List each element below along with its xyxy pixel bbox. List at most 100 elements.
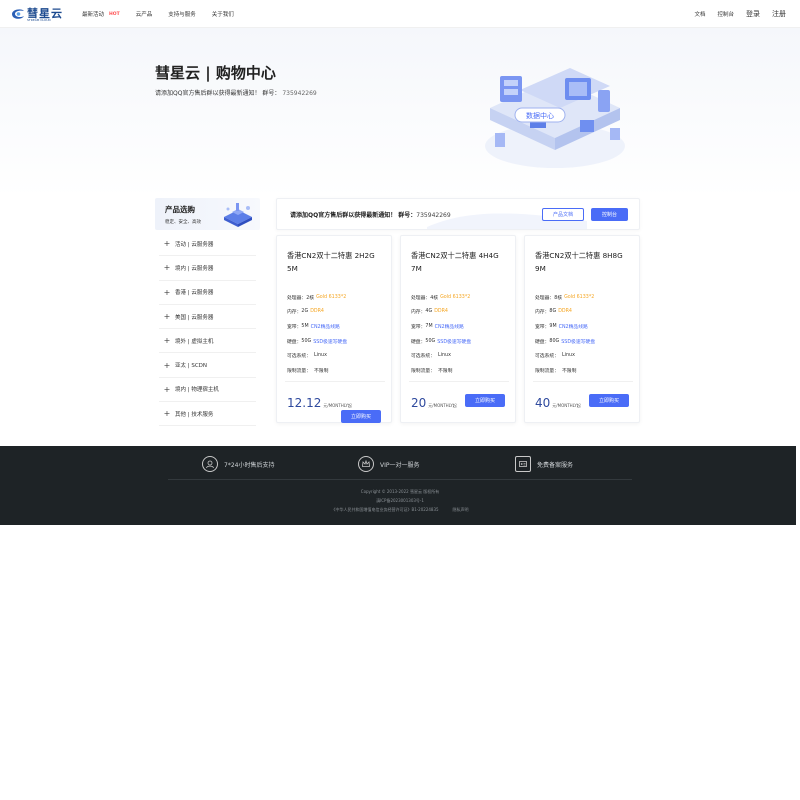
legal-notice-link[interactable]: 隐私声明 [453,507,469,512]
buy-now-button[interactable]: 立即购买 [465,394,505,407]
feature-label: 7*24小时售后支持 [224,461,275,469]
nav-item-about[interactable]: 关于我们 [212,10,234,18]
spec-traffic: 限制流量： 不限制 [411,368,453,374]
product-title: 香港CN2双十二特惠 4H4G 7M [411,251,499,273]
icp-number[interactable]: 滇ICP备2023001303号-1 [0,498,800,504]
banner-subtitle-text: 请添加QQ官方售后群以获得最新通知！ 群号： [155,90,281,97]
banner-subtitle: 请添加QQ官方售后群以获得最新通知！ 群号： 735942269 [155,88,317,97]
telecom-license[interactable]: 《中华人民共和国增值电信业务经营许可证》B1-20224835 [331,507,438,512]
register-link[interactable]: 注册 [772,9,786,19]
sidebar-item-label: 境内 | 物理宿主机 [175,387,219,394]
sidebar-subtitle: 稳定、安全、高效 [165,220,201,225]
feature-label: 免费备案服务 [537,461,574,469]
sidebar-item-activity-cloud[interactable]: + 活动 | 云服务器 [159,232,256,257]
plus-icon: + [163,409,171,419]
spec-cpu: 处理器： 8核 Gold 6133*2 [535,294,595,301]
main-nav: 最新活动 HOT 云产品 支持与服务 关于我们 [82,0,250,28]
copyright-text: Copyright © 2013-2022 彗星云 版权所有 [360,489,440,494]
console-link[interactable]: 控制台 [717,10,734,18]
nav-item-label: 云产品 [135,12,153,18]
nav-item-latest-events[interactable]: 最新活动 HOT [82,10,120,19]
sidebar-item-overseas-hosting[interactable]: + 境外 | 虚拟主机 [159,329,256,354]
page-title: 彗星云 | 购物中心 [155,64,276,82]
illustration-label: 数据中心 [526,111,554,120]
spec-disk: 硬盘： 80G SSD极速写硬盘 [535,338,596,345]
spec-cpu: 处理器： 2核 Gold 6133*2 [287,294,347,301]
card-divider [409,381,509,382]
sidebar-item-us-cloud[interactable]: + 美国 | 云服务器 [159,305,256,330]
spec-cpu: 处理器： 4核 Gold 6133*2 [411,294,471,301]
spec-list: 处理器： 2核 Gold 6133*2 内存： 2G DDR4 宽带： 5M CN2精品线路… [287,290,391,378]
spec-memory: 内存： 8G DDR4 [535,309,572,316]
hero-banner [0,28,800,198]
product-docs-button[interactable]: 产品文档 [542,208,584,221]
qq-group-number: 735942269 [282,90,317,97]
plus-icon: + [163,263,171,273]
product-title: 香港CN2双十二特惠 8H8G 9M [535,251,623,273]
brand-subtitle: STREAM CLOUD [27,18,51,22]
sidebar-item-label: 境内 | 云服务器 [175,265,214,272]
price: 20 元/MONTHLY起 [411,396,457,410]
product-card: 香港CN2双十二特惠 8H8G 9M 处理器： 8核 Gold 6133*2 内存：… [524,235,640,423]
sidebar-item-apac-scdn[interactable]: + 亚太 | SCDN [159,353,256,378]
price-value: 40 [535,396,551,410]
plus-icon: + [163,312,171,322]
docs-link[interactable]: 文档 [694,10,705,18]
feature-filing: 免费备案服务 [515,455,573,473]
sidebar-item-label: 其他 | 技术服务 [175,411,214,418]
spec-memory: 内存： 2G DDR4 [287,309,324,316]
product-sidebar: 产品选购 稳定、安全、高效 + 活动 | 云服务器 + 境内 | 云服务器 + 香港 … [155,198,260,428]
sidebar-item-domestic-physical[interactable]: + 境内 | 物理宿主机 [159,378,256,403]
headset-icon [202,456,218,472]
sidebar-header: 产品选购 稳定、安全、高效 [155,198,260,230]
notice-text: 请添加QQ官方售后群以获得最新通知！ 群号：735942269 [290,210,451,219]
notice-bar: 请添加QQ官方售后群以获得最新通知！ 群号：735942269 产品文档 控制台 [276,198,640,230]
price: 12.12 元/MONTHLY起 [287,396,352,410]
sidebar-item-label: 亚太 | SCDN [175,363,208,370]
product-title: 香港CN2双十二特惠 2H2G 5M [287,251,375,273]
spec-os: 可选系统： Linux [535,353,575,360]
feature-support: 7*24小时售后支持 [202,455,274,473]
plus-icon: + [163,360,171,370]
nav-item-support[interactable]: 支持与服务 [168,10,196,18]
spec-os: 可选系统： Linux [287,353,327,360]
price-unit: 元/MONTHLY起 [428,403,457,408]
console-button[interactable]: 控制台 [591,208,628,221]
spec-bandwidth: 宽带： 5M CN2精品线路 [287,323,340,330]
spec-list: 处理器： 8核 Gold 6133*2 内存： 8G DDR4 宽带： 9M CN2精品线路… [535,290,639,378]
brand-logo[interactable]: 彗星云 STREAM CLOUD [10,5,62,23]
id-card-icon [515,456,531,472]
sidebar-item-hongkong-cloud[interactable]: + 香港 | 云服务器 [159,281,256,305]
price-unit: 元/MONTHLY起 [552,403,581,408]
sidebar-item-tech-services[interactable]: + 其他 | 技术服务 [159,402,256,427]
login-link[interactable]: 登录 [746,9,760,19]
sidebar-list: + 活动 | 云服务器 + 境内 | 云服务器 + 香港 | 云服务器 + 美国 | 云… [159,232,256,427]
sidebar-item-label: 美国 | 云服务器 [175,314,214,321]
card-divider [533,381,633,382]
spec-list: 处理器： 4核 Gold 6133*2 内存： 4G DDR4 宽带： 7M CN2精品线路… [411,290,515,378]
hot-badge: HOT [109,11,120,17]
card-divider [285,381,385,382]
spec-memory: 内存： 4G DDR4 [411,309,448,316]
feature-vip: VIP一对一服务 [358,455,420,473]
notice-message: 请添加QQ官方售后群以获得最新通知！ 群号： [290,212,417,219]
buy-now-button[interactable]: 立即购买 [341,410,381,423]
notice-group-number: 735942269 [416,212,451,219]
nav-item-label: 支持与服务 [168,12,196,18]
spec-disk: 硬盘： 50G SSD极速写硬盘 [287,338,348,345]
spec-disk: 硬盘： 50G SSD极速写硬盘 [411,338,472,345]
product-card: 香港CN2双十二特惠 4H4G 7M 处理器： 4核 Gold 6133*2 内存：… [400,235,516,423]
site-footer: 7*24小时售后支持 VIP一对一服务 免费备案服务 Copyright © 2… [0,446,796,525]
top-navigation-bar: 彗星云 STREAM CLOUD 最新活动 HOT 云产品 支持与服务 关于我们… [0,0,800,28]
crown-icon [358,456,374,472]
buy-now-button[interactable]: 立即购买 [589,394,629,407]
plus-icon: + [163,336,171,346]
spec-traffic: 限制流量： 不限制 [287,368,329,374]
sidebar-title: 产品选购 [165,205,195,214]
sidebar-item-domestic-cloud[interactable]: + 境内 | 云服务器 [159,256,256,281]
nav-item-cloud-products[interactable]: 云产品 [136,10,153,18]
spec-os: 可选系统： Linux [411,353,451,360]
spec-traffic: 限制流量： 不限制 [535,368,577,374]
user-nav: 文档 控制台 登录 注册 [682,0,786,28]
license-row: 《中华人民共和国增值电信业务经营许可证》B1-20224835 隐私声明 [0,507,800,513]
